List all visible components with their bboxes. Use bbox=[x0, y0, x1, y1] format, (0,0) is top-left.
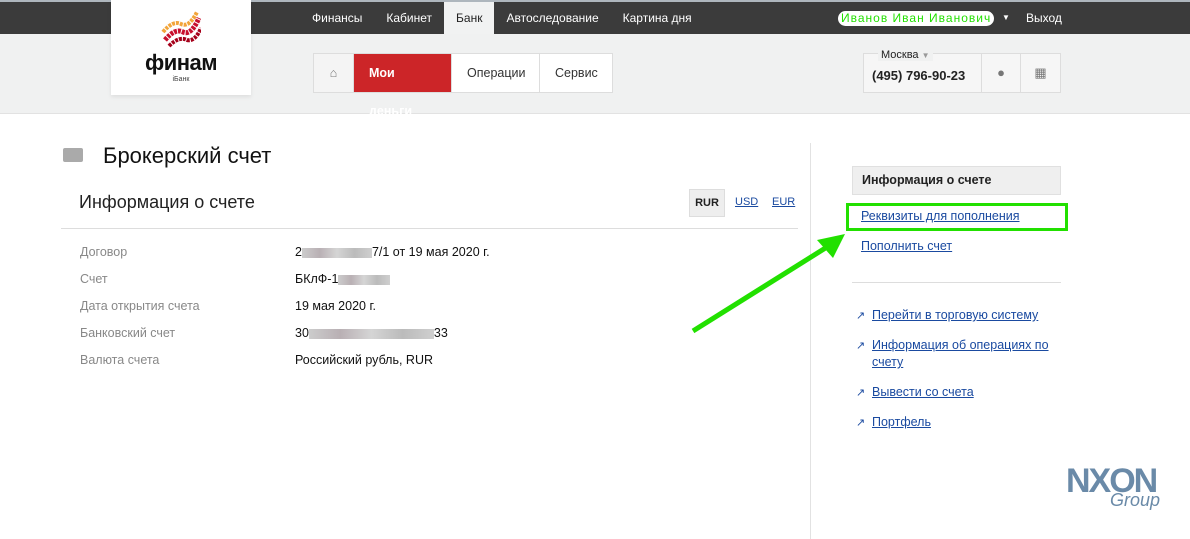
link-portfolio[interactable]: Портфель bbox=[872, 414, 931, 431]
topnav-finance[interactable]: Финансы bbox=[300, 2, 374, 34]
page-title: Брокерский счет bbox=[103, 143, 272, 168]
nav-service[interactable]: Сервис bbox=[540, 54, 612, 92]
finam-logo[interactable]: финам iБанк bbox=[111, 0, 251, 95]
divider bbox=[852, 282, 1061, 283]
nav-operations[interactable]: Операции bbox=[452, 54, 540, 92]
chevron-down-icon[interactable]: ▼ bbox=[1002, 13, 1010, 22]
city-select[interactable]: Москва ▼ bbox=[878, 49, 933, 61]
location-pin-icon[interactable]: ● bbox=[982, 54, 1021, 92]
topnav-bank[interactable]: Банк bbox=[444, 2, 495, 34]
currency-rur[interactable]: RUR bbox=[689, 189, 725, 217]
section-title: Информация о счете bbox=[79, 192, 255, 212]
user-menu[interactable]: Иванов Иван Иванович bbox=[838, 11, 995, 26]
topnav-cabinet[interactable]: Кабинет bbox=[374, 2, 444, 34]
external-link-icon: ↗ bbox=[856, 417, 866, 429]
link-topup[interactable]: Пополнить счет bbox=[861, 238, 952, 255]
top-nav: Финансы Кабинет Банк Автоследование Карт… bbox=[300, 2, 704, 34]
sidebar-header[interactable]: Информация о счете bbox=[852, 166, 1061, 195]
wallet-icon bbox=[63, 148, 83, 162]
topnav-autofollow[interactable]: Автоследование bbox=[494, 2, 610, 34]
green-arrow-annotation bbox=[691, 234, 845, 334]
logout-link[interactable]: Выход bbox=[1026, 2, 1062, 34]
home-icon[interactable]: ⌂ bbox=[314, 54, 354, 92]
phone-number: (495) 796-90-23 bbox=[872, 68, 966, 83]
external-link-icon: ↗ bbox=[856, 387, 866, 399]
column-divider bbox=[810, 143, 811, 539]
logo-mark-icon bbox=[161, 11, 201, 48]
external-link-icon: ↗ bbox=[856, 340, 866, 352]
link-trading-system[interactable]: Перейти в торговую систему bbox=[872, 307, 1038, 324]
external-link-icon: ↗ bbox=[856, 310, 866, 322]
calculator-icon[interactable]: ▦ bbox=[1021, 54, 1060, 92]
currency-usd[interactable]: USD bbox=[735, 189, 758, 215]
link-topup-details[interactable]: Реквизиты для пополнения bbox=[861, 208, 1020, 225]
currency-eur[interactable]: EUR bbox=[772, 189, 795, 215]
contact-box: Москва ▼ (495) 796-90-23 ● ▦ bbox=[863, 49, 1061, 93]
main-nav: ⌂ Мои деньги Операции Сервис bbox=[313, 53, 613, 118]
link-withdraw[interactable]: Вывести со счета bbox=[872, 384, 974, 401]
link-operations-info[interactable]: Информация об операциях по счету bbox=[872, 337, 1052, 371]
watermark-sub: Group bbox=[1110, 490, 1161, 510]
nav-my-money[interactable]: Мои деньги bbox=[354, 54, 452, 118]
topnav-daily[interactable]: Картина дня bbox=[611, 2, 704, 34]
